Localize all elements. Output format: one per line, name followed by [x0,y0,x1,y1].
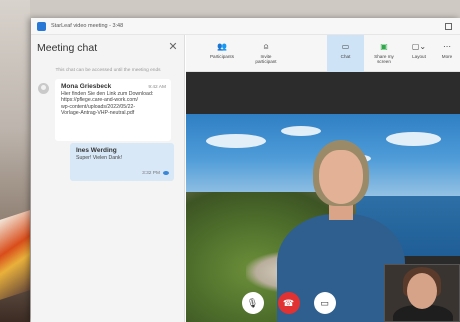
message-body[interactable]: Hier finden Sie den Link zum Download: h… [61,91,165,117]
invite-icon: ⍝ [263,42,269,51]
close-icon[interactable]: ✕ [167,41,179,53]
message-time: 9:42 AM [148,85,166,90]
share-screen-label: Share my screen [374,54,394,65]
title-bar: StarLeaf video meeting - 3:48 [31,18,460,35]
seen-icon [163,171,169,175]
camera-button[interactable]: ▭ [313,292,336,314]
invite-label: Invite participant [255,54,277,65]
chat-header: Meeting chat ✕ [31,35,185,61]
self-view-video [384,264,460,322]
video-feed: 🎙 ☎ ▭ [186,72,460,322]
call-area: 👥 Participants ⍝ Invite participant ▭ Ch… [186,35,460,322]
desk-object [0,210,30,300]
participants-label: Participants [209,54,234,59]
maximize-icon[interactable] [445,23,452,30]
window-title: StarLeaf video meeting - 3:48 [51,23,124,29]
chat-icon: ▭ [341,42,350,51]
invite-participant-button[interactable]: ⍝ Invite participant [248,35,284,72]
call-toolbar: 👥 Participants ⍝ Invite participant ▭ Ch… [186,35,460,72]
message-body: Super! Vielen Dank! [76,155,123,161]
app-window: StarLeaf video meeting - 3:48 Meeting ch… [31,18,460,322]
message-sender: Ines Werding [76,147,117,154]
video-letterbox [186,72,460,114]
chat-input-bar: ⌇ [31,318,185,322]
chat-title: Meeting chat [37,42,98,54]
call-controls: 🎙 ☎ ▭ [186,284,391,322]
chat-panel: Meeting chat ✕ This chat can be accessed… [31,35,185,322]
avatar [38,83,49,94]
layout-button[interactable]: ▢⌄ Layout [404,35,434,72]
layout-label: Layout [412,54,426,59]
end-call-button[interactable]: ☎ [277,292,300,314]
participants-icon: 👥 [217,42,227,51]
chat-label: Chat [340,54,351,59]
tab-chat[interactable]: ▭ Chat [327,35,364,72]
message-time: 3:32 PM [142,171,160,176]
chat-message: Mona Griesbeck 9:42 AM Hier finden Sie d… [55,79,171,141]
chat-message: Ines Werding Super! Vielen Dank! 3:32 PM [70,143,174,181]
share-screen-icon: ▣ [380,42,388,51]
more-label: More [441,54,453,59]
app-logo-icon [37,21,46,31]
more-button[interactable]: ⋯ More [436,35,458,72]
chat-notice: This chat can be accessed until the meet… [55,68,161,73]
more-icon: ⋯ [443,42,451,51]
participants-button[interactable]: 👥 Participants [204,35,240,72]
layout-icon: ▢⌄ [411,42,427,51]
share-screen-button[interactable]: ▣ Share my screen [366,35,402,72]
microphone-button[interactable]: 🎙 [241,292,264,314]
